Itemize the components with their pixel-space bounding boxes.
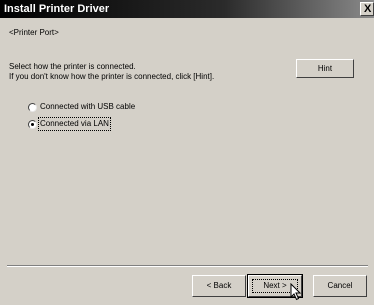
- window-title: Install Printer Driver: [4, 3, 110, 15]
- lan-radio[interactable]: [28, 120, 37, 129]
- close-button[interactable]: X: [360, 2, 374, 16]
- instruction-line-2: If you don't know how the printer is con…: [9, 72, 215, 81]
- mouse-pointer-icon: [290, 283, 302, 301]
- close-icon: X: [364, 3, 372, 15]
- hint-button[interactable]: Hint: [296, 59, 354, 78]
- radio-selected-dot: [31, 123, 34, 126]
- lan-label[interactable]: Connected via LAN: [38, 117, 111, 131]
- cancel-button[interactable]: Cancel: [313, 275, 367, 297]
- usb-cable-radio[interactable]: [28, 103, 37, 112]
- footer-separator: [7, 265, 368, 267]
- title-bar: Install Printer Driver X: [0, 0, 374, 18]
- back-button[interactable]: < Back: [192, 275, 246, 297]
- usb-cable-label[interactable]: Connected with USB cable: [40, 102, 135, 112]
- section-title: <Printer Port>: [9, 28, 59, 37]
- instruction-line-1: Select how the printer is connected.: [9, 62, 136, 71]
